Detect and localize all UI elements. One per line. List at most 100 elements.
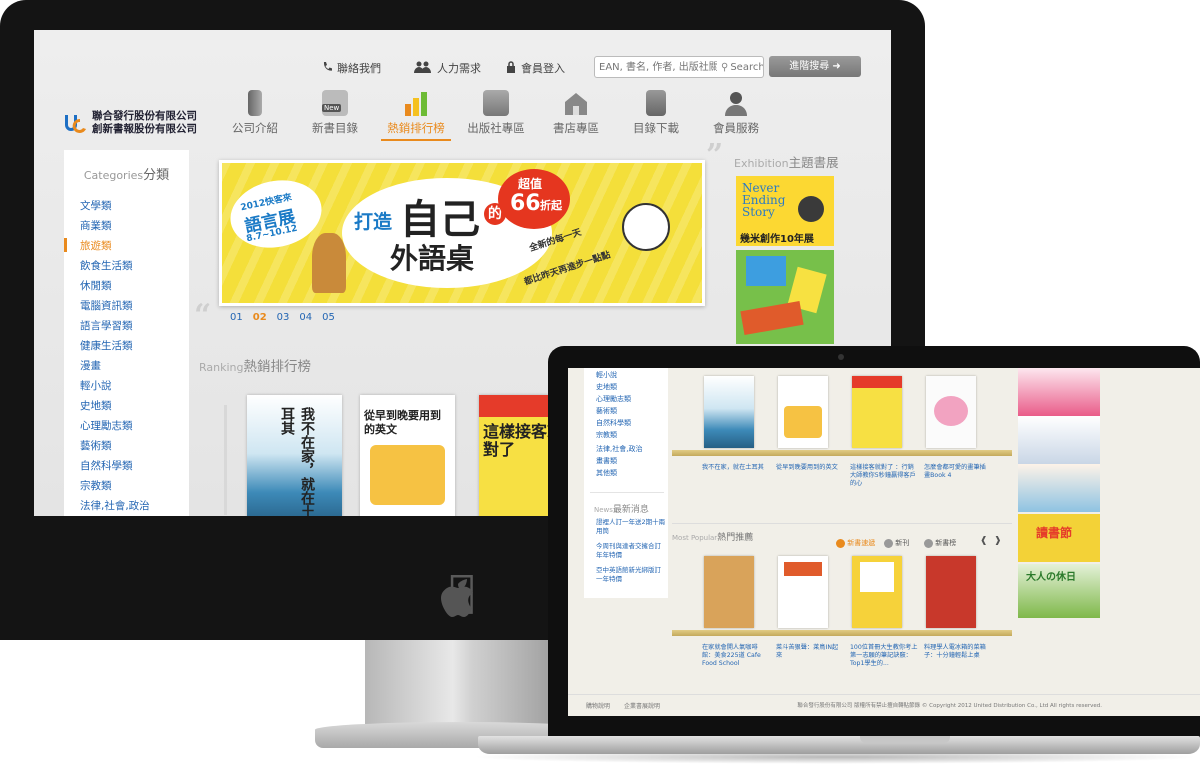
news-item[interactable]: 亞中英語館新光綁版訂一年特價 [596, 566, 666, 584]
laptop-book-caption[interactable]: 料理學人電冰箱的菜箱子：十分鐘輕鬆上桌 [924, 644, 992, 660]
laptop-book-7[interactable] [852, 556, 902, 628]
contact-link[interactable]: 聯絡我們 [322, 60, 381, 76]
next-arrow-icon[interactable]: ❱ [994, 536, 1002, 546]
nav-bookstores[interactable]: 書店專區 [541, 90, 611, 136]
category-item[interactable]: 飲食生活類 [80, 258, 133, 273]
pager-page[interactable]: 01 [230, 312, 243, 323]
pager-page[interactable]: 04 [299, 312, 312, 323]
laptop-category-item[interactable]: 自然科學類 [596, 418, 631, 428]
pager-page[interactable]: 03 [277, 312, 290, 323]
nav-new-books[interactable]: New 新書目錄 [300, 90, 370, 136]
laptop-ad-5[interactable]: 大人の休日 [1018, 564, 1100, 618]
laptop-book-caption[interactable]: 100位首冊大生教你考上第一志願的筆記訣竅：Top1學生的... [850, 644, 918, 668]
tab-new-books-ranking[interactable]: 新書榜 [924, 538, 956, 548]
laptop-book-2[interactable] [778, 376, 828, 448]
arrow-right-icon: ➜ [832, 61, 841, 72]
category-item[interactable]: 輕小說 [80, 378, 112, 393]
laptop-book-caption[interactable]: 菜斗苦狠聲：莱鳥IN起來 [776, 644, 844, 660]
pager-page[interactable]: 05 [322, 312, 335, 323]
exhibition-card-jimmy[interactable]: Never Ending Story 幾米創作10年展 [736, 176, 834, 246]
laptop-category-item[interactable]: 畫書類 [596, 456, 617, 466]
laptop-book-8[interactable] [926, 556, 976, 628]
ranking-book-1[interactable]: 我不在家，就在土耳其 [247, 395, 342, 516]
category-item[interactable]: 電腦資訊類 [80, 298, 133, 313]
laptop-book-caption[interactable]: 從早到晚要用到的英文 [776, 464, 844, 472]
books-stack-illustration [740, 300, 804, 336]
advanced-search-button[interactable]: 進階搜尋 ➜ [769, 56, 861, 77]
search-box: ⚲ Search [594, 56, 764, 78]
category-item[interactable]: 商業類 [80, 218, 112, 233]
laptop-book-caption[interactable]: 在家就會開人氣咖啡館：美食225道 Cafe Food School [702, 644, 770, 668]
ranking-title: Ranking熱銷排行榜 [199, 355, 311, 375]
house-icon [563, 90, 589, 116]
footer-link[interactable]: 購物說明 [586, 701, 610, 710]
laptop-book-caption[interactable]: 怎麼會都可愛的畫筆插畫Book 4 [924, 464, 992, 480]
lock-icon [506, 60, 516, 76]
category-item[interactable]: 漫畫 [80, 358, 101, 373]
books-icon [483, 90, 509, 116]
apple-logo-shape [430, 566, 486, 622]
laptop-category-item[interactable]: 輕小說 [596, 370, 617, 380]
category-item[interactable]: 自然科學類 [80, 458, 133, 473]
exhibition-card-reading[interactable] [736, 250, 834, 344]
people-icon [414, 61, 432, 76]
footer-link[interactable]: 企業書展說明 [624, 701, 660, 710]
laptop-ad-4[interactable]: 讀書節 [1018, 514, 1100, 562]
nav-bestsellers[interactable]: 熱銷排行榜 [381, 90, 451, 136]
laptop-screen: 輕小說 史地類 心理勵志類 藝術類 自然科學類 宗教類 法律,社會,政治 畫書類… [568, 368, 1200, 716]
category-item[interactable]: 休閒類 [80, 278, 112, 293]
ranking-book-2[interactable]: 從早到晚要用到的英文 [360, 395, 455, 516]
nav-company-intro[interactable]: 公司介紹 [220, 90, 290, 136]
nav-catalog-download[interactable]: 目錄下載 [621, 90, 691, 136]
pager-page-current[interactable]: 02 [253, 312, 267, 323]
category-item[interactable]: 藝術類 [80, 438, 112, 453]
laptop-category-item[interactable]: 史地類 [596, 382, 617, 392]
news-item[interactable]: 證裡人訂一年送2期十兩用筒 [596, 518, 666, 536]
laptop-ad-1[interactable] [1018, 368, 1100, 416]
category-item-selected[interactable]: 旅遊類 [80, 238, 112, 253]
laptop-book-3[interactable] [852, 376, 902, 448]
popular-title-en: Most Popular [672, 534, 718, 542]
news-item[interactable]: 今周刊與達者交擁合訂年年特價 [596, 542, 666, 560]
category-item[interactable]: 宗教類 [80, 478, 112, 493]
tab-new-arrivals[interactable]: 新書速遞 [836, 538, 875, 548]
search-button[interactable]: Search [728, 62, 763, 73]
promo-banner[interactable]: 2012快客來 語言展 8.7~10.12 打造 自己 的 外語桌 超值 66 … [219, 160, 705, 306]
company-logo[interactable]: 聯合發行股份有限公司 創新書報股份有限公司 [62, 110, 197, 136]
category-item[interactable]: 健康生活類 [80, 338, 133, 353]
search-input[interactable] [595, 58, 721, 76]
laptop-category-item[interactable]: 其他類 [596, 468, 617, 478]
category-item[interactable]: 史地類 [80, 398, 112, 413]
laptop-category-item[interactable]: 心理勵志類 [596, 394, 631, 404]
laptop-base [478, 736, 1200, 754]
nav-publishers[interactable]: 出版社專區 [461, 90, 531, 136]
laptop-book-caption[interactable]: 我不在家，就在土耳其 [702, 464, 770, 472]
tab-new-magazines[interactable]: 新刊 [884, 538, 909, 548]
laptop-book-banner [860, 562, 894, 592]
nav-member-service[interactable]: 會員服務 [701, 90, 771, 136]
banner-pager: 01 02 03 04 05 [230, 312, 335, 323]
category-item[interactable]: 法律,社會,政治 [80, 498, 150, 513]
nav-label: 新書目錄 [312, 121, 358, 135]
laptop-category-item[interactable]: 宗教類 [596, 430, 617, 440]
prev-arrow-icon[interactable]: ❰ [980, 536, 988, 546]
laptop-book-5[interactable] [704, 556, 754, 628]
laptop-category-item[interactable]: 法律,社會,政治 [596, 444, 642, 454]
laptop-shelf-1 [672, 450, 1012, 456]
laptop-book-banner [784, 562, 822, 576]
jobs-link[interactable]: 人力需求 [414, 60, 481, 76]
laptop-ad-2[interactable] [1018, 416, 1100, 464]
login-link[interactable]: 會員登入 [506, 60, 565, 76]
category-item[interactable]: 語言學習類 [80, 318, 133, 333]
category-item[interactable]: 心理勵志類 [80, 418, 133, 433]
category-item[interactable]: 文學類 [80, 198, 112, 213]
laptop-ad-3[interactable] [1018, 464, 1100, 512]
ranking-book-illustration [370, 445, 445, 505]
laptop-shelf-2 [672, 630, 1012, 636]
laptop-book-caption[interactable]: 這樣接客就對了 ：行銷大師教你5秒鐘贏得客戶的心 [850, 464, 918, 488]
laptop-book-6[interactable] [778, 556, 828, 628]
laptop-book-1[interactable] [704, 376, 754, 448]
laptop-notch [860, 736, 950, 743]
laptop-category-item[interactable]: 藝術類 [596, 406, 617, 416]
laptop-book-4[interactable] [926, 376, 976, 448]
